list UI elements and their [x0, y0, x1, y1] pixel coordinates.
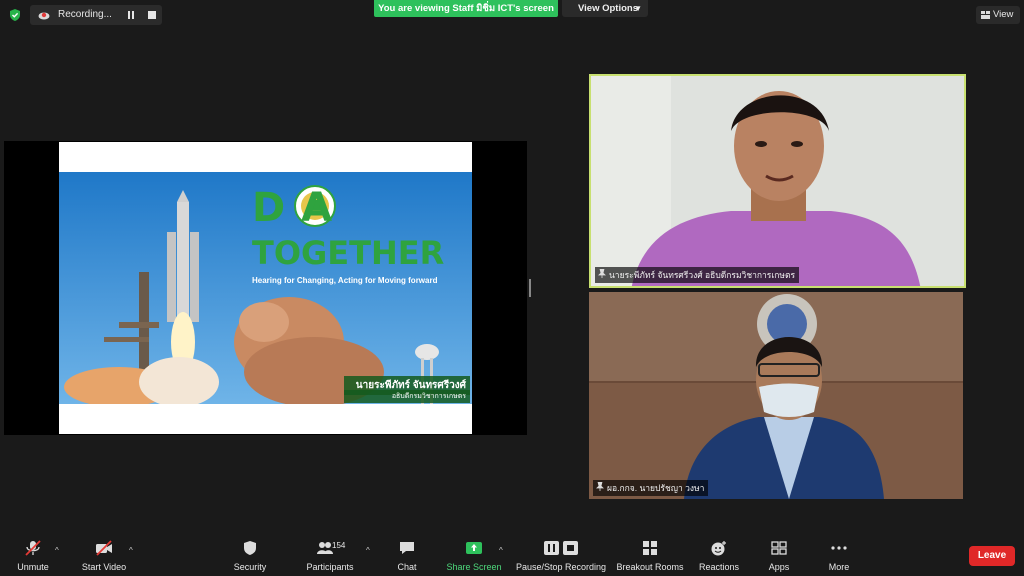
share-screen-label: Share Screen [446, 562, 502, 572]
unmute-label: Unmute [17, 562, 49, 572]
participants-chevron-icon[interactable]: ^ [366, 546, 370, 555]
view-options-label: View Options [578, 3, 639, 14]
view-button[interactable]: View [976, 6, 1020, 24]
apps-label: Apps [768, 562, 790, 572]
security-shield-icon [10, 9, 20, 21]
pin-icon [598, 269, 606, 278]
view-grid-icon [981, 11, 990, 19]
slide-title: D A [252, 185, 334, 231]
view-label: View [993, 9, 1014, 20]
split-view-handle[interactable] [529, 279, 531, 297]
reactions-label: Reactions [698, 562, 740, 572]
recording-label: Recording... [58, 9, 112, 20]
recording-cloud-icon [38, 12, 50, 20]
chat-label: Chat [397, 562, 417, 572]
more-dots-icon [831, 546, 847, 550]
slide-subtitle: TOGETHER [252, 234, 445, 272]
unmute-button[interactable]: Unmute [10, 538, 56, 574]
apps-button[interactable]: Apps [760, 538, 798, 574]
recording-indicator: Recording... [30, 5, 162, 25]
participant-name: นายระพีภัทร์ จันทรศรีวงศ์ อธิบดีกรมวิชาก… [609, 270, 796, 280]
security-button[interactable]: Security [228, 538, 272, 574]
participant-name-tag: นายระพีภัทร์ จันทรศรีวงศ์ อธิบดีกรมวิชาก… [595, 267, 800, 283]
participant-name-tag: ผอ.กกจ. นายปรัชญา วงษา [593, 480, 709, 496]
chevron-down-icon: ▼ [634, 4, 642, 13]
video-off-icon [96, 540, 112, 556]
slide-presenter-role: อธิบดีกรมวิชาการเกษตร [344, 390, 470, 403]
video-options-chevron-icon[interactable]: ^ [129, 546, 133, 555]
participant-count: 154 [332, 541, 346, 550]
chat-button[interactable]: Chat [388, 538, 426, 574]
viewing-screen-banner: You are viewing Staff มิชิ่ม ICT's scree… [374, 0, 558, 17]
shield-icon [244, 541, 256, 555]
more-button[interactable]: More [820, 538, 858, 574]
pause-stop-recording-label: Pause/Stop Recording [515, 562, 607, 572]
participant-video-tile[interactable]: นายระพีภัทร์ จันทรศรีวงศ์ อธิบดีกรมวิชาก… [589, 74, 966, 288]
participant-name: ผอ.กกจ. นายปรัชญา วงษา [607, 483, 705, 493]
stop-recording-button[interactable] [148, 11, 156, 19]
pause-stop-recording-button[interactable]: Pause/Stop Recording [514, 538, 608, 574]
breakout-rooms-button[interactable]: Breakout Rooms [615, 538, 685, 574]
view-options-button[interactable]: View Options ▼ [562, 0, 648, 17]
breakout-rooms-icon [643, 541, 657, 555]
participant-video [591, 76, 964, 286]
muted-microphone-icon [25, 540, 41, 556]
pause-stop-icon [544, 541, 578, 555]
start-video-button[interactable]: Start Video [77, 538, 131, 574]
share-options-chevron-icon[interactable]: ^ [499, 546, 503, 555]
chat-bubble-icon [400, 542, 414, 554]
participants-button[interactable]: 154 Participants [302, 538, 358, 574]
smiley-icon [711, 541, 726, 556]
security-label: Security [233, 562, 267, 572]
pin-icon [596, 482, 604, 491]
more-label: More [828, 562, 850, 572]
share-screen-icon [466, 542, 482, 554]
participant-video [589, 292, 963, 499]
participant-video-tile[interactable]: ผอ.กกจ. นายปรัชญา วงษา [589, 292, 963, 499]
apps-icon [771, 541, 787, 555]
breakout-rooms-label: Breakout Rooms [616, 562, 684, 572]
start-video-label: Start Video [81, 562, 127, 572]
leave-button[interactable]: Leave [969, 546, 1015, 566]
participants-label: Participants [306, 562, 354, 572]
reactions-button[interactable]: Reactions [696, 538, 742, 574]
share-screen-button[interactable]: Share Screen [444, 538, 504, 574]
slide-tagline: Hearing for Changing, Acting for Moving … [252, 276, 438, 285]
pause-recording-button[interactable] [126, 10, 136, 20]
audio-options-chevron-icon[interactable]: ^ [55, 546, 59, 555]
